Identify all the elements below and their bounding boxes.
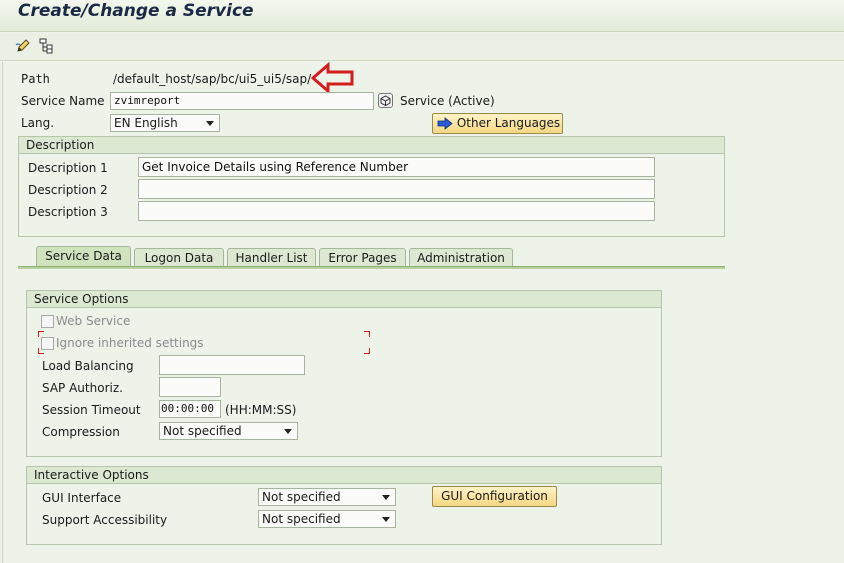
session-timeout-label: Session Timeout: [42, 403, 141, 417]
lang-select[interactable]: EN English: [110, 114, 220, 132]
focus-corner-br: [364, 348, 370, 354]
compression-select-value: Not specified: [163, 424, 242, 438]
lang-select-value: EN English: [114, 116, 178, 130]
web-service-label: Web Service: [56, 314, 131, 328]
gui-interface-label: GUI Interface: [42, 491, 122, 505]
description-2-label: Description 2: [28, 183, 108, 197]
description-3-field[interactable]: [138, 201, 655, 221]
service-cube-icon[interactable]: [378, 93, 393, 108]
path-label: Path: [21, 72, 50, 86]
load-balancing-field[interactable]: [159, 355, 305, 375]
arrow-right-icon: [437, 117, 453, 130]
path-value: /default_host/sap/bc/ui5_ui5/sap/: [113, 72, 312, 86]
gui-configuration-button[interactable]: GUI Configuration: [432, 486, 557, 507]
interactive-options-header: Interactive Options: [27, 467, 661, 484]
web-service-checkbox[interactable]: [41, 315, 54, 328]
tab-handler-list[interactable]: Handler List: [227, 248, 316, 268]
tab-error-pages[interactable]: Error Pages: [319, 248, 406, 268]
service-status: Service (Active): [400, 94, 495, 108]
chevron-down-icon: [284, 429, 292, 434]
gui-interface-select[interactable]: Not specified: [258, 488, 396, 506]
focus-corner-tr: [364, 331, 370, 337]
support-accessibility-select-value: Not specified: [262, 512, 341, 526]
session-timeout-field[interactable]: 00:00:00: [159, 400, 221, 418]
gui-interface-select-value: Not specified: [262, 490, 341, 504]
service-options-header: Service Options: [27, 291, 661, 308]
hierarchy-icon[interactable]: [37, 37, 55, 55]
chevron-down-icon: [206, 121, 214, 126]
description-2-field[interactable]: [138, 179, 655, 199]
ignore-inherited-checkbox[interactable]: [41, 337, 54, 350]
description-header: Description: [19, 137, 724, 154]
title-bar: Create/Change a Service: [0, 0, 844, 32]
tab-service-data[interactable]: Service Data: [36, 246, 131, 268]
lang-label: Lang.: [21, 116, 55, 130]
compression-select[interactable]: Not specified: [159, 422, 298, 440]
support-accessibility-label: Support Accessibility: [42, 513, 168, 527]
tab-logon-data[interactable]: Logon Data: [134, 248, 224, 268]
description-1-field[interactable]: Get Invoice Details using Reference Numb…: [138, 157, 655, 177]
support-accessibility-select[interactable]: Not specified: [258, 510, 396, 528]
tab-administration[interactable]: Administration: [409, 248, 513, 268]
compression-label: Compression: [42, 425, 120, 439]
session-timeout-unit: (HH:MM:SS): [225, 403, 297, 417]
description-3-label: Description 3: [28, 205, 108, 219]
chevron-down-icon: [382, 495, 390, 500]
sap-authoriz-field[interactable]: [159, 377, 221, 397]
other-languages-button[interactable]: Other Languages: [432, 113, 563, 134]
annotation-arrow-icon: [310, 62, 354, 94]
chevron-down-icon: [382, 517, 390, 522]
sap-authoriz-label: SAP Authoriz.: [42, 381, 123, 395]
edit-pencil-icon[interactable]: [14, 37, 32, 55]
load-balancing-label: Load Balancing: [42, 359, 134, 373]
page-title: Create/Change a Service: [18, 1, 254, 21]
ignore-inherited-label: Ignore inherited settings: [56, 336, 204, 350]
service-name-field[interactable]: zvimreport: [110, 92, 374, 110]
tab-strip-line: [18, 266, 725, 269]
description-1-label: Description 1: [28, 161, 108, 175]
service-name-label: Service Name: [21, 94, 105, 108]
other-languages-label: Other Languages: [456, 116, 561, 130]
toolbar: [0, 33, 844, 61]
